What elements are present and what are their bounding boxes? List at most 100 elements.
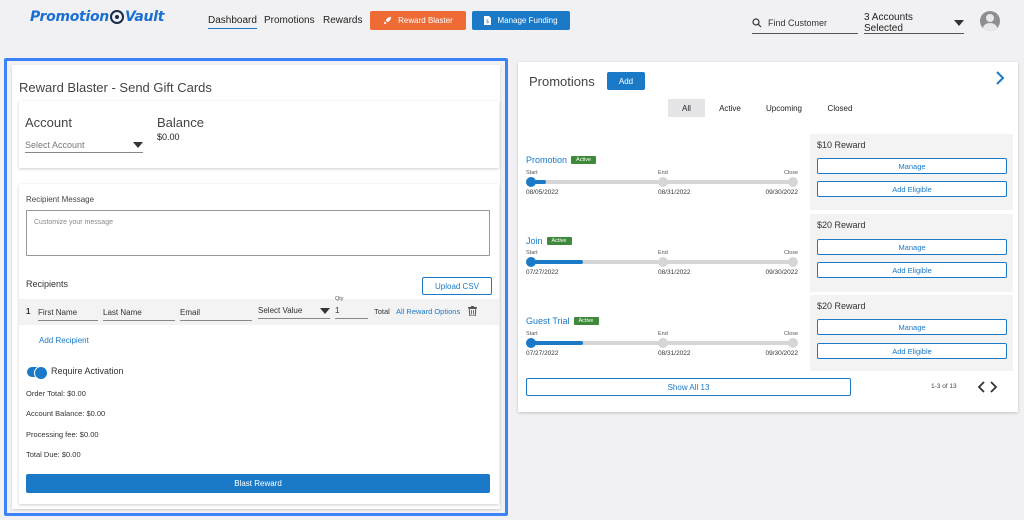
tab-active[interactable]: Active: [705, 99, 755, 117]
balance-value: $0.00: [157, 132, 180, 142]
promotion-name[interactable]: Join Active: [526, 236, 572, 246]
reward-box: $10 Reward Manage Add Eligible: [810, 134, 1013, 210]
select-value-text: Select Value: [258, 306, 303, 315]
status-badge: Active: [546, 237, 572, 245]
manage-button[interactable]: Manage: [817, 319, 1007, 335]
total-label: Total: [374, 307, 390, 316]
qty-input[interactable]: 1: [335, 303, 368, 319]
promotion-tabs: All Active Upcoming Closed: [668, 99, 867, 117]
account-select-placeholder: Select Account: [25, 139, 85, 150]
find-customer-search[interactable]: Find Customer: [752, 12, 858, 34]
nav-promotions[interactable]: Promotions: [264, 15, 315, 26]
start-date: 08/05/2022: [526, 189, 559, 196]
timeline-track: [526, 338, 798, 348]
account-select[interactable]: Select Account: [25, 137, 143, 153]
logo-text-promotion: Promotion: [30, 9, 109, 25]
add-promotion-button[interactable]: Add: [607, 72, 645, 90]
manage-funding-label: Manage Funding: [497, 16, 558, 25]
end-date: 08/31/2022: [658, 269, 691, 276]
start-label: Start: [526, 170, 538, 176]
rocket-icon: [384, 16, 392, 25]
add-recipient-link[interactable]: Add Recipient: [39, 336, 89, 345]
recipient-message-label: Recipient Message: [26, 195, 95, 204]
svg-text:$: $: [486, 19, 489, 25]
all-reward-options-link[interactable]: All Reward Options: [396, 307, 460, 316]
end-label: End: [658, 331, 668, 337]
promotion-name[interactable]: Promotion Active: [526, 155, 597, 165]
account-label: Account: [25, 115, 72, 130]
top-header: Promotion Vault Dashboard Promotions Rew…: [0, 0, 1024, 44]
reward-title: $10 Reward: [817, 140, 866, 150]
show-all-button[interactable]: Show All 13: [526, 378, 851, 396]
manage-funding-button[interactable]: $ Manage Funding: [472, 11, 570, 30]
chevron-right-icon[interactable]: [994, 70, 1006, 86]
reward-title: $20 Reward: [817, 301, 866, 311]
timeline-start-dot: [526, 338, 536, 348]
require-activation-label: Require Activation: [51, 366, 124, 376]
add-eligible-button[interactable]: Add Eligible: [817, 262, 1007, 278]
logo[interactable]: Promotion Vault: [30, 9, 164, 25]
timeline-progress: [530, 260, 583, 264]
first-name-field[interactable]: First Name: [38, 305, 98, 321]
document-dollar-icon: $: [484, 16, 492, 25]
require-activation-toggle[interactable]: [27, 366, 48, 380]
timeline-start-dot: [526, 177, 536, 187]
promotion-item: Join Active Start End Close 07/27/2022 0…: [518, 214, 1018, 294]
reward-title: $20 Reward: [817, 220, 866, 230]
chevron-down-icon: [133, 141, 143, 148]
close-label: Close: [783, 250, 798, 256]
reward-blaster-label: Reward Blaster: [398, 16, 453, 25]
blast-reward-button[interactable]: Blast Reward: [26, 474, 490, 493]
send-form-card: Recipient Message Customize your message…: [19, 184, 499, 504]
chevron-right-icon[interactable]: [989, 380, 999, 394]
upload-csv-button[interactable]: Upload CSV: [422, 277, 492, 295]
close-date: 09/30/2022: [765, 189, 798, 196]
balance-label: Balance: [157, 115, 204, 130]
nav-dashboard[interactable]: Dashboard: [208, 15, 257, 29]
trash-icon[interactable]: [468, 306, 477, 316]
manage-button[interactable]: Manage: [817, 239, 1007, 255]
total-due: Total Due: $0.00: [26, 450, 81, 459]
promotions-panel: Promotions Add All Active Upcoming Close…: [518, 62, 1018, 412]
promotion-name-text: Promotion: [526, 155, 568, 165]
close-label: Close: [783, 331, 798, 337]
order-total: Order Total: $0.00: [26, 389, 86, 398]
promotions-title: Promotions: [529, 74, 595, 89]
email-field[interactable]: Email: [180, 305, 252, 321]
tab-all[interactable]: All: [668, 99, 705, 117]
accounts-selected-text: 3 Accounts Selected: [864, 11, 913, 34]
timeline-track: [526, 177, 798, 187]
last-name-field[interactable]: Last Name: [103, 305, 175, 321]
tab-closed[interactable]: Closed: [813, 99, 867, 117]
start-date: 07/27/2022: [526, 269, 559, 276]
tab-upcoming[interactable]: Upcoming: [755, 99, 813, 117]
user-avatar-icon[interactable]: [980, 11, 1000, 31]
promotion-item: Promotion Active Start End Close 08/05/2…: [518, 134, 1018, 214]
end-label: End: [658, 250, 668, 256]
recipients-label: Recipients: [26, 279, 69, 289]
reward-box: $20 Reward Manage Add Eligible: [810, 295, 1013, 371]
close-label: Close: [783, 170, 798, 176]
pagination-info: 1-3 of 13: [931, 383, 957, 390]
timeline-progress: [530, 341, 583, 345]
reward-value-select[interactable]: Select Value: [258, 303, 330, 319]
reward-blaster-panel: Reward Blaster - Send Gift Cards Account…: [4, 58, 508, 516]
accounts-selector[interactable]: 3 Accounts Selected: [864, 12, 964, 34]
recipient-message-input[interactable]: Customize your message: [26, 210, 490, 256]
timeline-start-dot: [526, 257, 536, 267]
end-date: 08/31/2022: [658, 189, 691, 196]
manage-button[interactable]: Manage: [817, 158, 1007, 174]
chevron-left-icon[interactable]: [976, 380, 986, 394]
logo-text-vault: Vault: [124, 9, 165, 25]
reward-blaster-button[interactable]: Reward Blaster: [370, 11, 466, 30]
account-card: Account Select Account Balance $0.00: [19, 101, 499, 168]
promotion-name-text: Join: [526, 236, 543, 246]
nav-rewards[interactable]: Rewards: [323, 15, 362, 26]
add-eligible-button[interactable]: Add Eligible: [817, 343, 1007, 359]
account-balance: Account Balance: $0.00: [26, 409, 106, 418]
promotion-name[interactable]: Guest Trial Active: [526, 316, 599, 326]
end-label: End: [658, 170, 668, 176]
add-eligible-button[interactable]: Add Eligible: [817, 181, 1007, 197]
timeline-end-dot: [658, 338, 668, 348]
vault-dial-icon: [109, 10, 124, 24]
